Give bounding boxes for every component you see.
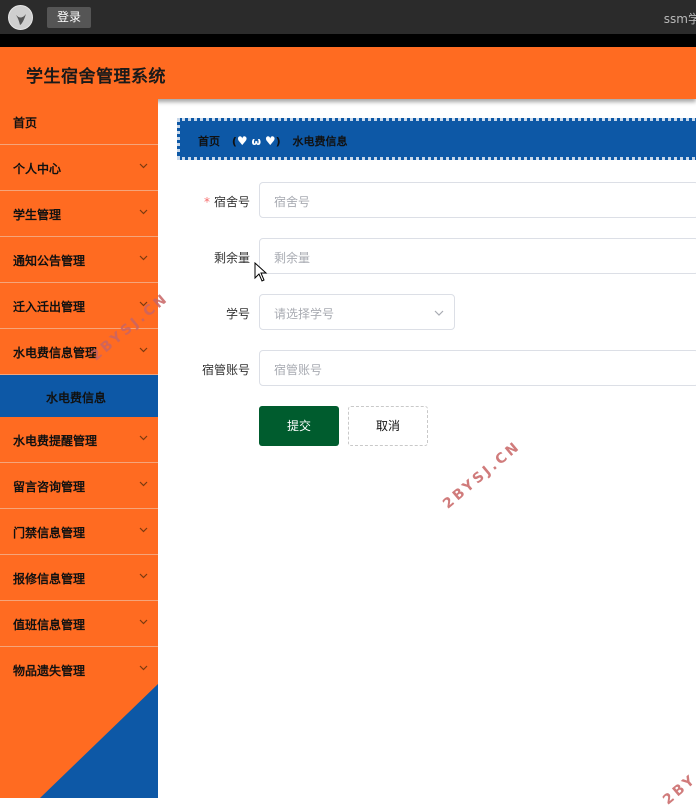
app-logo-icon[interactable] <box>8 5 33 30</box>
sidebar-item-personal-center[interactable]: 个人中心 <box>0 145 158 191</box>
sidebar-decoration <box>40 684 158 798</box>
form-label-text: 宿舍号 <box>213 195 250 209</box>
sidebar-item-label: 值班信息管理 <box>13 618 86 632</box>
chevron-down-icon <box>139 347 148 353</box>
chevron-down-icon <box>139 619 148 625</box>
cancel-button[interactable]: 取消 <box>348 406 428 446</box>
sidebar-subitem-label: 水电费信息 <box>46 391 107 405</box>
dorm-number-input[interactable]: 宿舍号 <box>259 182 696 218</box>
form-label-dorm-manager: 宿管账号 <box>160 350 250 386</box>
input-placeholder: 宿管账号 <box>274 363 323 377</box>
sidebar-item-repair-management[interactable]: 报修信息管理 <box>0 555 158 601</box>
required-mark: * <box>203 195 210 209</box>
sidebar-item-label: 首页 <box>13 116 38 130</box>
form-label-remaining: 剩余量 <box>160 238 250 274</box>
sidebar-item-label: 报修信息管理 <box>13 572 86 586</box>
sidebar-subitem-utility-info[interactable]: 水电费信息 <box>0 375 158 417</box>
emoticon-right: ) <box>275 135 281 148</box>
form-label-dorm-number: * 宿舍号 <box>160 182 250 218</box>
site-title-truncated: ssm学 <box>663 12 696 26</box>
header-gap <box>0 34 696 47</box>
submit-button[interactable]: 提交 <box>259 406 339 446</box>
remaining-input[interactable]: 剩余量 <box>259 238 696 274</box>
sidebar-item-utility-reminder-management[interactable]: 水电费提醒管理 <box>0 417 158 463</box>
chevron-down-icon <box>434 310 444 316</box>
sidebar-item-duty-management[interactable]: 值班信息管理 <box>0 601 158 647</box>
sidebar-item-label: 通知公告管理 <box>13 254 86 268</box>
sidebar-item-label: 学生管理 <box>13 208 62 222</box>
chevron-down-icon <box>139 209 148 215</box>
form-label-text: 剩余量 <box>213 251 250 265</box>
breadcrumb-home[interactable]: 首页 <box>198 135 220 148</box>
breadcrumb-current: 水电费信息 <box>292 135 348 148</box>
sidebar-item-utility-info-management[interactable]: 水电费信息管理 <box>0 329 158 375</box>
input-placeholder: 宿舍号 <box>274 195 311 209</box>
chevron-down-icon <box>139 435 148 441</box>
form-label-text: 宿管账号 <box>201 363 250 377</box>
breadcrumb-separator: (♥ ω ♥) <box>232 134 281 148</box>
emoticon-mid: ω <box>251 135 262 148</box>
student-id-select[interactable]: 请选择学号 <box>259 294 455 330</box>
app-header: 学生宿舍管理系统 <box>0 47 696 99</box>
sidebar-item-home[interactable]: 首页 <box>0 99 158 145</box>
watermark: 2BY <box>660 771 696 808</box>
select-placeholder: 请选择学号 <box>274 307 335 321</box>
breadcrumb: 首页 (♥ ω ♥) 水电费信息 <box>177 118 696 160</box>
chevron-down-icon <box>139 665 148 671</box>
sidebar-item-notice-management[interactable]: 通知公告管理 <box>0 237 158 283</box>
chevron-down-icon <box>139 481 148 487</box>
sidebar-item-label: 水电费信息管理 <box>13 346 98 360</box>
sidebar-item-label: 个人中心 <box>13 162 62 176</box>
mouse-cursor-icon <box>254 262 268 282</box>
system-title: 学生宿舍管理系统 <box>26 67 166 87</box>
heart-icon: ♥ <box>264 134 276 148</box>
login-button[interactable]: 登录 <box>47 7 92 28</box>
sidebar-item-label: 物品遗失管理 <box>13 664 86 678</box>
sidebar-item-label: 留言咨询管理 <box>13 480 86 494</box>
input-placeholder: 剩余量 <box>274 251 311 265</box>
watermark: 2BYSJ.CN <box>440 438 525 513</box>
sidebar: 首页 个人中心 学生管理 通知公告管理 迁入迁出管理 水电费信息管理 水电费信息… <box>0 99 158 798</box>
sidebar-item-message-management[interactable]: 留言咨询管理 <box>0 463 158 509</box>
top-bar: 登录 ssm学 <box>0 0 696 34</box>
sidebar-item-label: 门禁信息管理 <box>13 526 86 540</box>
sidebar-item-label: 迁入迁出管理 <box>13 300 86 314</box>
form-label-student-id: 学号 <box>160 294 250 330</box>
chevron-down-icon <box>139 163 148 169</box>
chevron-down-icon <box>139 527 148 533</box>
sidebar-item-label: 水电费提醒管理 <box>13 434 98 448</box>
heart-icon: ♥ <box>236 134 248 148</box>
chevron-down-icon <box>139 573 148 579</box>
sidebar-item-access-management[interactable]: 门禁信息管理 <box>0 509 158 555</box>
chevron-down-icon <box>139 255 148 261</box>
form-label-text: 学号 <box>225 307 250 321</box>
sidebar-item-student-management[interactable]: 学生管理 <box>0 191 158 237</box>
dorm-manager-input[interactable]: 宿管账号 <box>259 350 696 386</box>
